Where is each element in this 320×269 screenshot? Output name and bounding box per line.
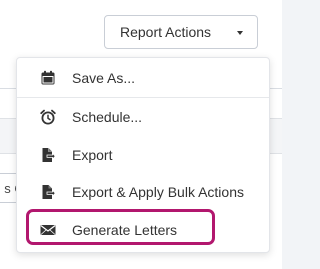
- file-export-icon: [40, 147, 56, 163]
- report-actions-button[interactable]: Report Actions: [104, 15, 258, 49]
- menu-item-export-apply-bulk-actions[interactable]: Export & Apply Bulk Actions: [17, 173, 269, 211]
- menu-item-schedule[interactable]: Schedule...: [17, 98, 269, 136]
- file-export-icon: [40, 184, 56, 200]
- menu-item-export[interactable]: Export: [17, 136, 269, 174]
- alarm-clock-icon: [40, 109, 56, 125]
- menu-item-generate-letters[interactable]: Generate Letters: [17, 211, 269, 249]
- menu-item-label: Export: [72, 147, 113, 163]
- menu-item-label: Generate Letters: [72, 222, 178, 238]
- envelope-icon: [40, 222, 56, 238]
- report-actions-label: Report Actions: [120, 24, 212, 40]
- menu-item-label: Export & Apply Bulk Actions: [72, 184, 244, 200]
- menu-item-label: Save As...: [72, 70, 136, 86]
- menu-item-label: Schedule...: [72, 109, 143, 125]
- calendar-icon: [40, 70, 56, 86]
- menu-item-save-as[interactable]: Save As...: [17, 59, 269, 97]
- caret-down-icon: [237, 31, 243, 35]
- report-actions-menu: Save As... Schedule... Export Export & A…: [16, 57, 270, 253]
